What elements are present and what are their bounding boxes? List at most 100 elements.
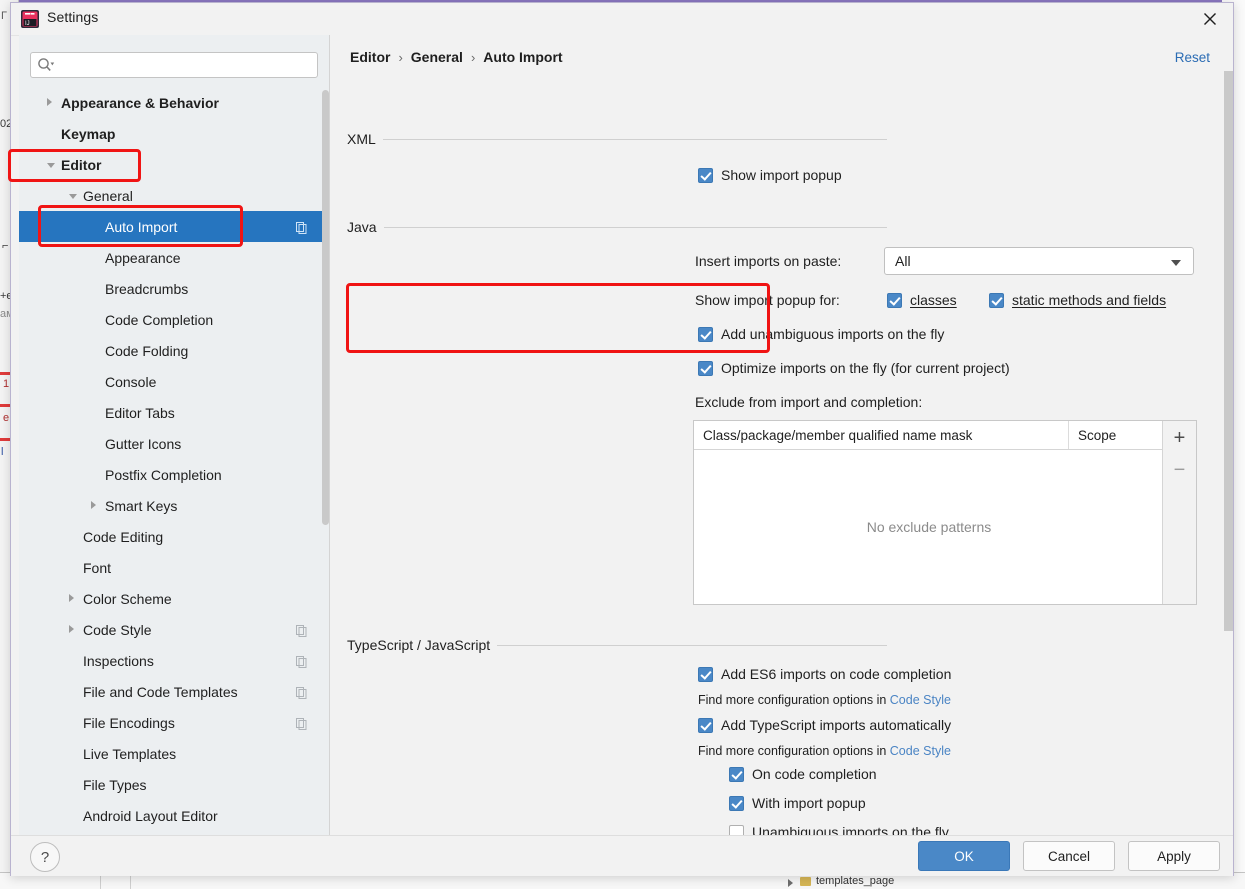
- sidebar-item-file-encodings[interactable]: File Encodings: [19, 707, 329, 738]
- sidebar-item-appearance[interactable]: Appearance: [19, 242, 329, 273]
- checkbox-on-code-completion[interactable]: On code completion: [729, 766, 877, 782]
- sidebar-item-editor[interactable]: Editor: [19, 149, 329, 180]
- checkbox-classes[interactable]: classes: [887, 292, 957, 308]
- sidebar-item-smart-keys[interactable]: Smart Keys: [19, 490, 329, 521]
- sidebar-item-code-folding[interactable]: Code Folding: [19, 335, 329, 366]
- sidebar-item-label: File Types: [83, 776, 147, 793]
- sidebar-scrollbar-thumb[interactable]: [322, 90, 329, 525]
- table-column-header-scope[interactable]: Scope: [1069, 421, 1164, 449]
- table-header-row: Class/package/member qualified name mask…: [694, 421, 1164, 450]
- checkbox-label: Show import popup: [721, 167, 842, 183]
- breadcrumb: Editor › General › Auto Import: [350, 49, 563, 65]
- chevron-right-icon: ›: [398, 49, 403, 65]
- sidebar-item-label: Keymap: [61, 125, 116, 142]
- sidebar-item-label: Breadcrumbs: [105, 280, 189, 297]
- sidebar-item-inspections[interactable]: Inspections: [19, 645, 329, 676]
- breadcrumb-item-general[interactable]: General: [411, 49, 463, 65]
- sidebar-item-code-style[interactable]: Code Style: [19, 614, 329, 645]
- group-title-typescript: TypeScript / JavaScript: [347, 637, 491, 653]
- chevron-right-icon[interactable]: [69, 625, 74, 633]
- sidebar-item-general[interactable]: General: [19, 180, 329, 211]
- code-style-link[interactable]: Code Style: [890, 744, 951, 758]
- chevron-right-icon[interactable]: [69, 594, 74, 602]
- checkbox-label: classes: [910, 292, 957, 308]
- copy-settings-icon[interactable]: [296, 686, 307, 699]
- sidebar-item-label: Code Folding: [105, 342, 189, 359]
- checkbox-unambiguous-imports-on-the-fly-ts[interactable]: Unambiguous imports on the fly: [729, 824, 949, 835]
- sidebar-item-keymap[interactable]: Keymap: [19, 118, 329, 149]
- reset-link[interactable]: Reset: [1175, 50, 1210, 65]
- sidebar-item-gutter-icons[interactable]: Gutter Icons: [19, 428, 329, 459]
- cancel-button[interactable]: Cancel: [1023, 841, 1115, 871]
- chevron-right-icon[interactable]: [91, 501, 96, 509]
- breadcrumb-item-editor[interactable]: Editor: [350, 49, 390, 65]
- checkbox-indicator[interactable]: [698, 666, 713, 682]
- copy-settings-icon[interactable]: [296, 717, 307, 730]
- checkbox-label: Add ES6 imports on code completion: [721, 666, 952, 682]
- checkbox-add-typescript-imports[interactable]: Add TypeScript imports automatically: [698, 717, 951, 733]
- checkbox-add-es6-imports[interactable]: Add ES6 imports on code completion: [698, 666, 951, 682]
- sidebar-item-auto-import[interactable]: Auto Import: [19, 211, 329, 242]
- checkbox-indicator[interactable]: [698, 717, 713, 733]
- copy-settings-icon[interactable]: [296, 624, 307, 637]
- sidebar-item-editor-tabs[interactable]: Editor Tabs: [19, 397, 329, 428]
- search-input[interactable]: [30, 52, 318, 78]
- chevron-down-icon[interactable]: [69, 194, 77, 199]
- sidebar-item-label: Editor: [61, 156, 102, 173]
- sidebar-item-postfix-completion[interactable]: Postfix Completion: [19, 459, 329, 490]
- checkbox-optimize-imports-on-the-fly[interactable]: Optimize imports on the fly (for current…: [698, 360, 1010, 376]
- sidebar-item-font[interactable]: Font: [19, 552, 329, 583]
- settings-main-panel: Editor › General › Auto Import Reset XML…: [330, 35, 1233, 835]
- checkbox-with-import-popup[interactable]: With import popup: [729, 795, 866, 811]
- sidebar-item-label: Gutter Icons: [105, 435, 182, 452]
- sidebar-item-file-types[interactable]: File Types: [19, 769, 329, 800]
- sidebar-item-label: Auto Import: [105, 218, 178, 235]
- checkbox-label: Unambiguous imports on the fly: [752, 824, 949, 835]
- group-header-java: Java: [347, 219, 887, 235]
- checkbox-indicator[interactable]: [887, 292, 902, 308]
- main-scrollbar-thumb[interactable]: [1224, 71, 1233, 631]
- sidebar-item-android-layout-editor[interactable]: Android Layout Editor: [19, 800, 329, 831]
- sidebar-item-label: Android Layout Editor: [83, 807, 218, 824]
- sidebar-item-label: File and Code Templates: [83, 683, 238, 700]
- hint-text: Find more configuration options in: [698, 744, 890, 758]
- checkbox-indicator[interactable]: [729, 824, 744, 835]
- checkbox-label: Add unambiguous imports on the fly: [721, 326, 945, 342]
- copy-settings-icon[interactable]: [296, 221, 307, 234]
- checkbox-add-unambiguous-imports-on-the-fly[interactable]: Add unambiguous imports on the fly: [698, 326, 944, 342]
- checkbox-show-import-popup-xml[interactable]: Show import popup: [698, 167, 842, 183]
- sidebar-item-label: Live Templates: [83, 745, 177, 762]
- sidebar-item-live-templates[interactable]: Live Templates: [19, 738, 329, 769]
- table-column-header-mask[interactable]: Class/package/member qualified name mask: [694, 421, 1069, 449]
- copy-settings-icon[interactable]: [296, 655, 307, 668]
- sidebar-item-label: Appearance & Behavior: [61, 94, 219, 111]
- help-icon[interactable]: ?: [30, 842, 60, 872]
- chevron-right-icon: ›: [470, 49, 476, 65]
- checkbox-indicator[interactable]: [698, 326, 713, 342]
- apply-button[interactable]: Apply: [1128, 841, 1220, 871]
- checkbox-indicator[interactable]: [989, 292, 1004, 308]
- group-header-xml: XML: [347, 131, 887, 147]
- sidebar-item-color-scheme[interactable]: Color Scheme: [19, 583, 329, 614]
- insert-imports-on-paste-dropdown[interactable]: All: [884, 247, 1194, 275]
- close-icon[interactable]: [1187, 3, 1233, 34]
- sidebar-item-code-editing[interactable]: Code Editing: [19, 521, 329, 552]
- chevron-right-icon[interactable]: [47, 98, 52, 106]
- minus-icon[interactable]: −: [1163, 454, 1196, 486]
- checkbox-indicator[interactable]: [698, 360, 713, 376]
- code-style-link[interactable]: Code Style: [890, 693, 951, 707]
- sidebar-item-file-and-code-templates[interactable]: File and Code Templates: [19, 676, 329, 707]
- checkbox-static-methods-and-fields[interactable]: static methods and fields: [989, 292, 1166, 308]
- sidebar-item-breadcrumbs[interactable]: Breadcrumbs: [19, 273, 329, 304]
- chevron-down-icon[interactable]: [47, 163, 55, 168]
- group-header-typescript: TypeScript / JavaScript: [347, 637, 887, 653]
- checkbox-indicator[interactable]: [729, 766, 744, 782]
- ok-button[interactable]: OK: [918, 841, 1010, 871]
- sidebar-item-appearance-behavior[interactable]: Appearance & Behavior: [19, 87, 329, 118]
- sidebar-item-code-completion[interactable]: Code Completion: [19, 304, 329, 335]
- checkbox-indicator[interactable]: [729, 795, 744, 811]
- plus-icon[interactable]: +: [1163, 422, 1196, 454]
- checkbox-indicator[interactable]: [698, 167, 713, 183]
- search-field-wrapper: [30, 52, 318, 78]
- sidebar-item-console[interactable]: Console: [19, 366, 329, 397]
